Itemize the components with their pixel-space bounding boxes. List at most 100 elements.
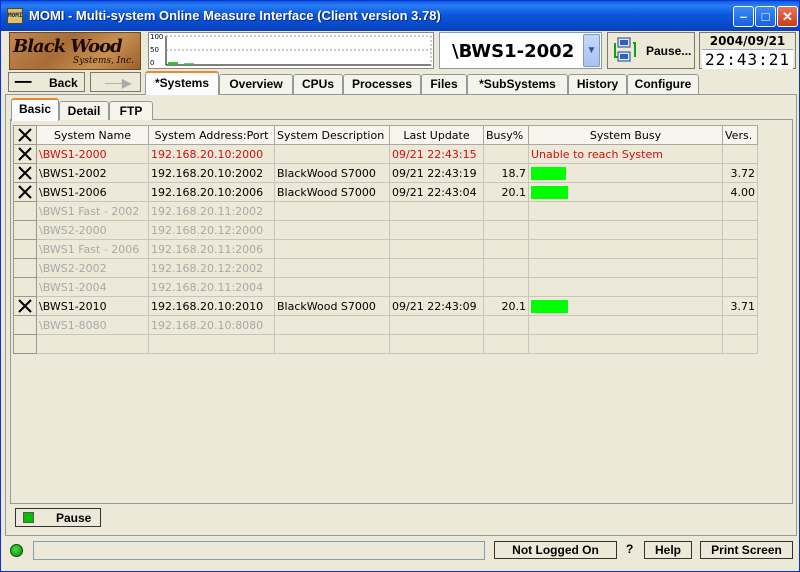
forward-button[interactable]: ──▶ <box>90 72 141 92</box>
logo-line-1: Black Wood <box>13 36 123 57</box>
tab-subsystems[interactable]: *SubSystems <box>467 74 568 94</box>
table-row[interactable]: \BWS1 Fast - 2002 192.168.20.11:2002 <box>13 201 758 221</box>
busy-bar <box>531 185 568 199</box>
back-arrow-icon: ━━━ <box>15 77 32 87</box>
cell-system-busy <box>528 277 723 297</box>
cell-busy-pct <box>483 220 529 240</box>
back-label: Back <box>49 76 78 90</box>
cell-last-update: 09/21 22:43:09 <box>389 296 484 316</box>
cell-system-name: \BWS2-2002 <box>36 258 149 278</box>
col-version[interactable]: Vers. <box>722 125 758 145</box>
tab-processes[interactable]: Processes <box>343 74 421 94</box>
tab-files[interactable]: Files <box>421 74 467 94</box>
row-select-checkbox[interactable] <box>13 296 37 316</box>
cell-system-description <box>274 315 390 335</box>
subtab-basic[interactable]: Basic <box>11 98 59 121</box>
cell-system-address: 192.168.20.10:2006 <box>148 182 275 202</box>
table-row[interactable]: \BWS2-2002 192.168.20.12:2002 <box>13 258 758 278</box>
row-select-checkbox[interactable] <box>13 315 37 335</box>
cell-system-description <box>274 277 390 297</box>
col-system-description[interactable]: System Description <box>274 125 390 145</box>
table-header-row: System Name System Address:Port System D… <box>13 125 758 145</box>
table-row[interactable]: \BWS2-2000 192.168.20.12:2000 <box>13 220 758 240</box>
tab-overview[interactable]: Overview <box>219 74 293 94</box>
empty-cell <box>13 334 37 354</box>
table-row[interactable]: \BWS1-2002 192.168.20.10:2002 BlackWood S7… <box>13 163 758 183</box>
cell-version: 3.72 <box>722 163 758 183</box>
cell-system-busy <box>528 201 723 221</box>
select-all-checkbox[interactable] <box>13 125 37 145</box>
cell-version: 4.00 <box>722 182 758 202</box>
help-button[interactable]: Help <box>644 541 692 559</box>
row-select-checkbox[interactable] <box>13 258 37 278</box>
cell-busy-pct <box>483 258 529 278</box>
close-button[interactable]: ✕ <box>777 6 798 27</box>
subtab-ftp[interactable]: FTP <box>109 101 153 120</box>
row-select-checkbox[interactable] <box>13 220 37 240</box>
system-selector[interactable]: \BWS1-2002 ▼ <box>439 32 602 69</box>
cell-system-name: \BWS1-8080 <box>36 315 149 335</box>
cell-version <box>722 258 758 278</box>
pause-button[interactable]: Pause <box>15 508 101 527</box>
row-select-checkbox[interactable] <box>13 239 37 259</box>
cell-busy-pct <box>483 239 529 259</box>
busy-bar <box>531 299 568 313</box>
cell-system-busy <box>528 258 723 278</box>
col-system-name[interactable]: System Name <box>36 125 149 145</box>
cell-system-name: \BWS1-2002 <box>36 163 149 183</box>
cell-system-address: 192.168.20.12:2002 <box>148 258 275 278</box>
cell-system-name: \BWS1-2004 <box>36 277 149 297</box>
systems-table: System Name System Address:Port System D… <box>13 125 758 354</box>
table-row[interactable]: \BWS1 Fast - 2006 192.168.20.11:2006 <box>13 239 758 259</box>
back-button[interactable]: ━━━ Back <box>8 72 85 92</box>
graph-bar <box>184 63 194 65</box>
table-row[interactable]: \BWS1-8080 192.168.20.10:8080 <box>13 315 758 335</box>
cell-busy-pct <box>483 315 529 335</box>
maximize-button[interactable]: □ <box>755 6 776 27</box>
cell-system-busy: Unable to reach System <box>528 144 723 164</box>
col-system-address[interactable]: System Address:Port <box>148 125 275 145</box>
empty-cell <box>36 334 149 354</box>
col-system-busy[interactable]: System Busy <box>528 125 723 145</box>
cell-system-address: 192.168.20.11:2004 <box>148 277 275 297</box>
row-select-checkbox[interactable] <box>13 163 37 183</box>
minimize-button[interactable]: – <box>733 6 754 27</box>
cell-system-address: 192.168.20.10:2002 <box>148 163 275 183</box>
table-row[interactable]: \BWS1-2006 192.168.20.10:2006 BlackWood S7… <box>13 182 758 202</box>
cell-system-name: \BWS1-2010 <box>36 296 149 316</box>
subtab-detail[interactable]: Detail <box>59 101 109 120</box>
tab-history[interactable]: History <box>568 74 627 94</box>
tab-systems[interactable]: *Systems <box>145 71 219 95</box>
row-select-checkbox[interactable] <box>13 182 37 202</box>
company-logo: Black Wood Systems, Inc. <box>9 32 141 70</box>
table-row[interactable]: \BWS1-2004 192.168.20.11:2004 <box>13 277 758 297</box>
cell-system-busy <box>528 315 723 335</box>
col-last-update[interactable]: Last Update <box>389 125 484 145</box>
chevron-down-icon[interactable]: ▼ <box>583 34 600 67</box>
cell-system-name: \BWS1 Fast - 2002 <box>36 201 149 221</box>
cell-version <box>722 220 758 240</box>
table-row[interactable]: \BWS1-2010 192.168.20.10:2010 BlackWood S7… <box>13 296 758 316</box>
row-select-checkbox[interactable] <box>13 277 37 297</box>
cross-icon <box>18 185 32 199</box>
row-select-checkbox[interactable] <box>13 201 37 221</box>
cross-icon <box>18 128 32 142</box>
cell-last-update <box>389 258 484 278</box>
col-busy-pct[interactable]: Busy% <box>483 125 529 145</box>
cell-busy-pct: 18.7 <box>483 163 529 183</box>
print-screen-button[interactable]: Print Screen <box>700 541 793 559</box>
table-row[interactable]: \BWS1-2000 192.168.20.10:2000 09/21 22:43:… <box>13 144 758 164</box>
cell-system-description <box>274 220 390 240</box>
cell-system-address: 192.168.20.10:2010 <box>148 296 275 316</box>
cell-system-description: BlackWood S7000 <box>274 163 390 183</box>
tab-configure[interactable]: Configure <box>627 74 699 94</box>
row-select-checkbox[interactable] <box>13 144 37 164</box>
cell-last-update <box>389 201 484 221</box>
title-bar[interactable]: MOMI MOMI - Multi-system Online Measure … <box>1 1 799 31</box>
tab-cpus[interactable]: CPUs <box>293 74 343 94</box>
cross-icon <box>18 147 32 161</box>
login-button[interactable]: Not Logged On <box>494 541 617 559</box>
pause-all-button[interactable]: Pause... <box>607 32 695 69</box>
cross-icon <box>18 299 32 313</box>
cell-version <box>722 239 758 259</box>
